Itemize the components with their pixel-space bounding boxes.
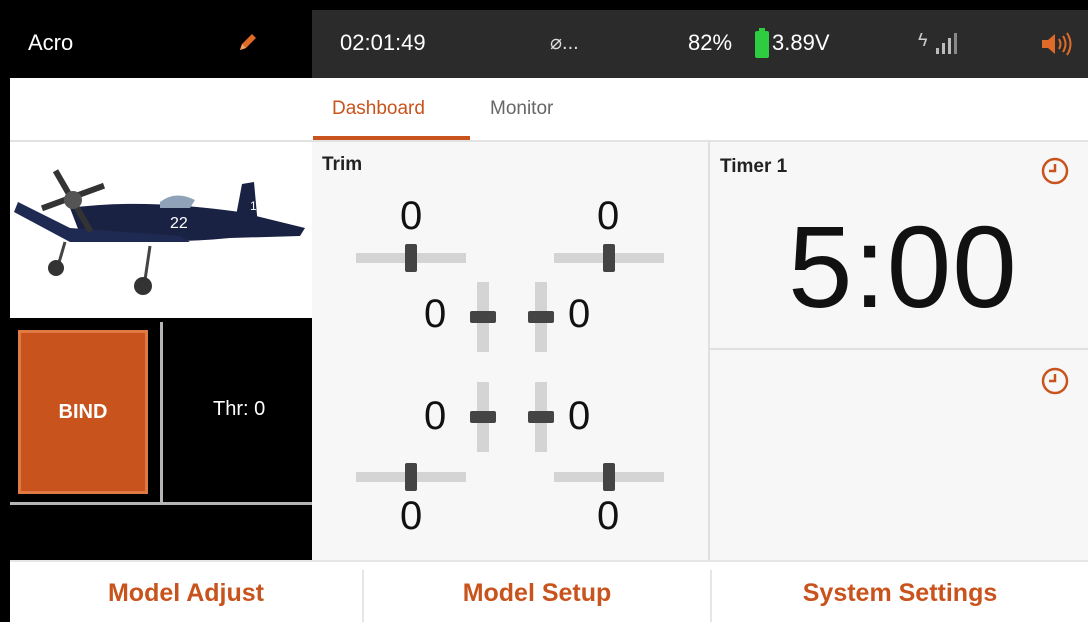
- clock-icon: [1041, 157, 1069, 185]
- trim-slider-upper-right[interactable]: [528, 282, 554, 352]
- throttle-box: Thr: 0: [160, 322, 315, 502]
- tab-bar: Dashboard Monitor: [10, 78, 1088, 142]
- clock-icon[interactable]: [1040, 366, 1070, 396]
- model-image: 22 1: [10, 142, 312, 318]
- signal-icon: ϟ: [918, 30, 928, 50]
- trim-slider-bottom-right[interactable]: [554, 463, 664, 491]
- tab-monitor[interactable]: Monitor: [490, 98, 553, 120]
- trim-slider-lower-left[interactable]: [470, 382, 496, 452]
- active-tab-indicator: [313, 136, 470, 140]
- model-panel: 22 1 BIND Thr: 0: [10, 142, 315, 560]
- signal-bars-icon: [936, 33, 957, 54]
- trim-slider-upper-left[interactable]: [470, 282, 496, 352]
- divider: [10, 502, 312, 505]
- trim-slider-top-right[interactable]: [554, 244, 664, 272]
- timer-title: Timer 1: [720, 156, 788, 177]
- trim-slider-bottom-left[interactable]: [356, 463, 466, 491]
- battery-icon: [755, 28, 769, 58]
- svg-text:1: 1: [250, 199, 257, 213]
- tab-dashboard[interactable]: Dashboard: [332, 98, 425, 120]
- timer-1-box[interactable]: Timer 1 5:00: [710, 142, 1088, 350]
- bottom-bar: Model Adjust Model Setup System Settings: [10, 560, 1088, 622]
- speaker-icon[interactable]: [1040, 32, 1074, 56]
- trim-sliders: [356, 244, 664, 491]
- model-adjust-button[interactable]: Model Adjust: [10, 562, 362, 622]
- screen: Acro 02:01:49 ⌀... 82% 3.89V ϟ Dashboard…: [10, 10, 1088, 622]
- trim-slider-top-left[interactable]: [356, 244, 466, 272]
- battery-voltage: 3.89V: [772, 30, 830, 55]
- model-setup-button[interactable]: Model Setup: [364, 562, 710, 622]
- system-clock: 02:01:49: [340, 30, 426, 55]
- battery-percent: 82%: [688, 30, 733, 55]
- bind-button[interactable]: BIND: [18, 330, 148, 494]
- link-icon: ⌀...: [550, 32, 579, 54]
- throttle-value: Thr: 0: [213, 398, 266, 420]
- model-name-area[interactable]: Acro: [10, 10, 312, 78]
- svg-text:22: 22: [170, 215, 188, 232]
- status-bar: Acro 02:01:49 ⌀... 82% 3.89V ϟ: [10, 10, 1088, 78]
- system-settings-button[interactable]: System Settings: [712, 562, 1088, 622]
- timer-value: 5:00: [788, 202, 1018, 332]
- timer-panel: Timer 1 5:00: [710, 142, 1088, 560]
- pencil-icon[interactable]: [236, 30, 260, 54]
- trim-slider-lower-right[interactable]: [528, 382, 554, 452]
- trim-panel: Trim 0 0 0 0 0 0 0 0: [312, 142, 710, 560]
- model-name: Acro: [28, 30, 74, 55]
